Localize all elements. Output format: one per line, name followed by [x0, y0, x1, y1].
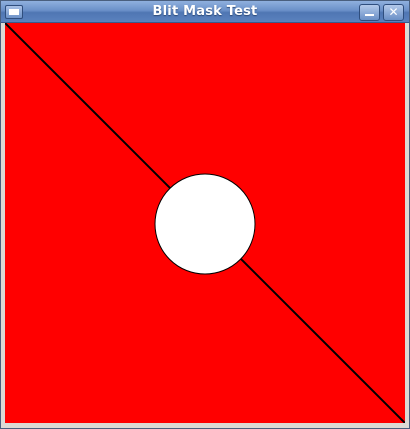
window-title: Blit Mask Test — [152, 4, 258, 19]
app-window: Blit Mask Test ✕ — [0, 0, 410, 429]
close-button[interactable]: ✕ — [383, 4, 404, 21]
close-icon: ✕ — [388, 5, 399, 19]
drawing-canvas[interactable] — [5, 23, 405, 423]
title-bar[interactable]: Blit Mask Test ✕ — [1, 1, 409, 23]
minimize-icon — [365, 14, 374, 16]
minimize-button[interactable] — [359, 4, 380, 21]
white-circle — [154, 173, 256, 275]
canvas-drawing — [5, 23, 405, 423]
